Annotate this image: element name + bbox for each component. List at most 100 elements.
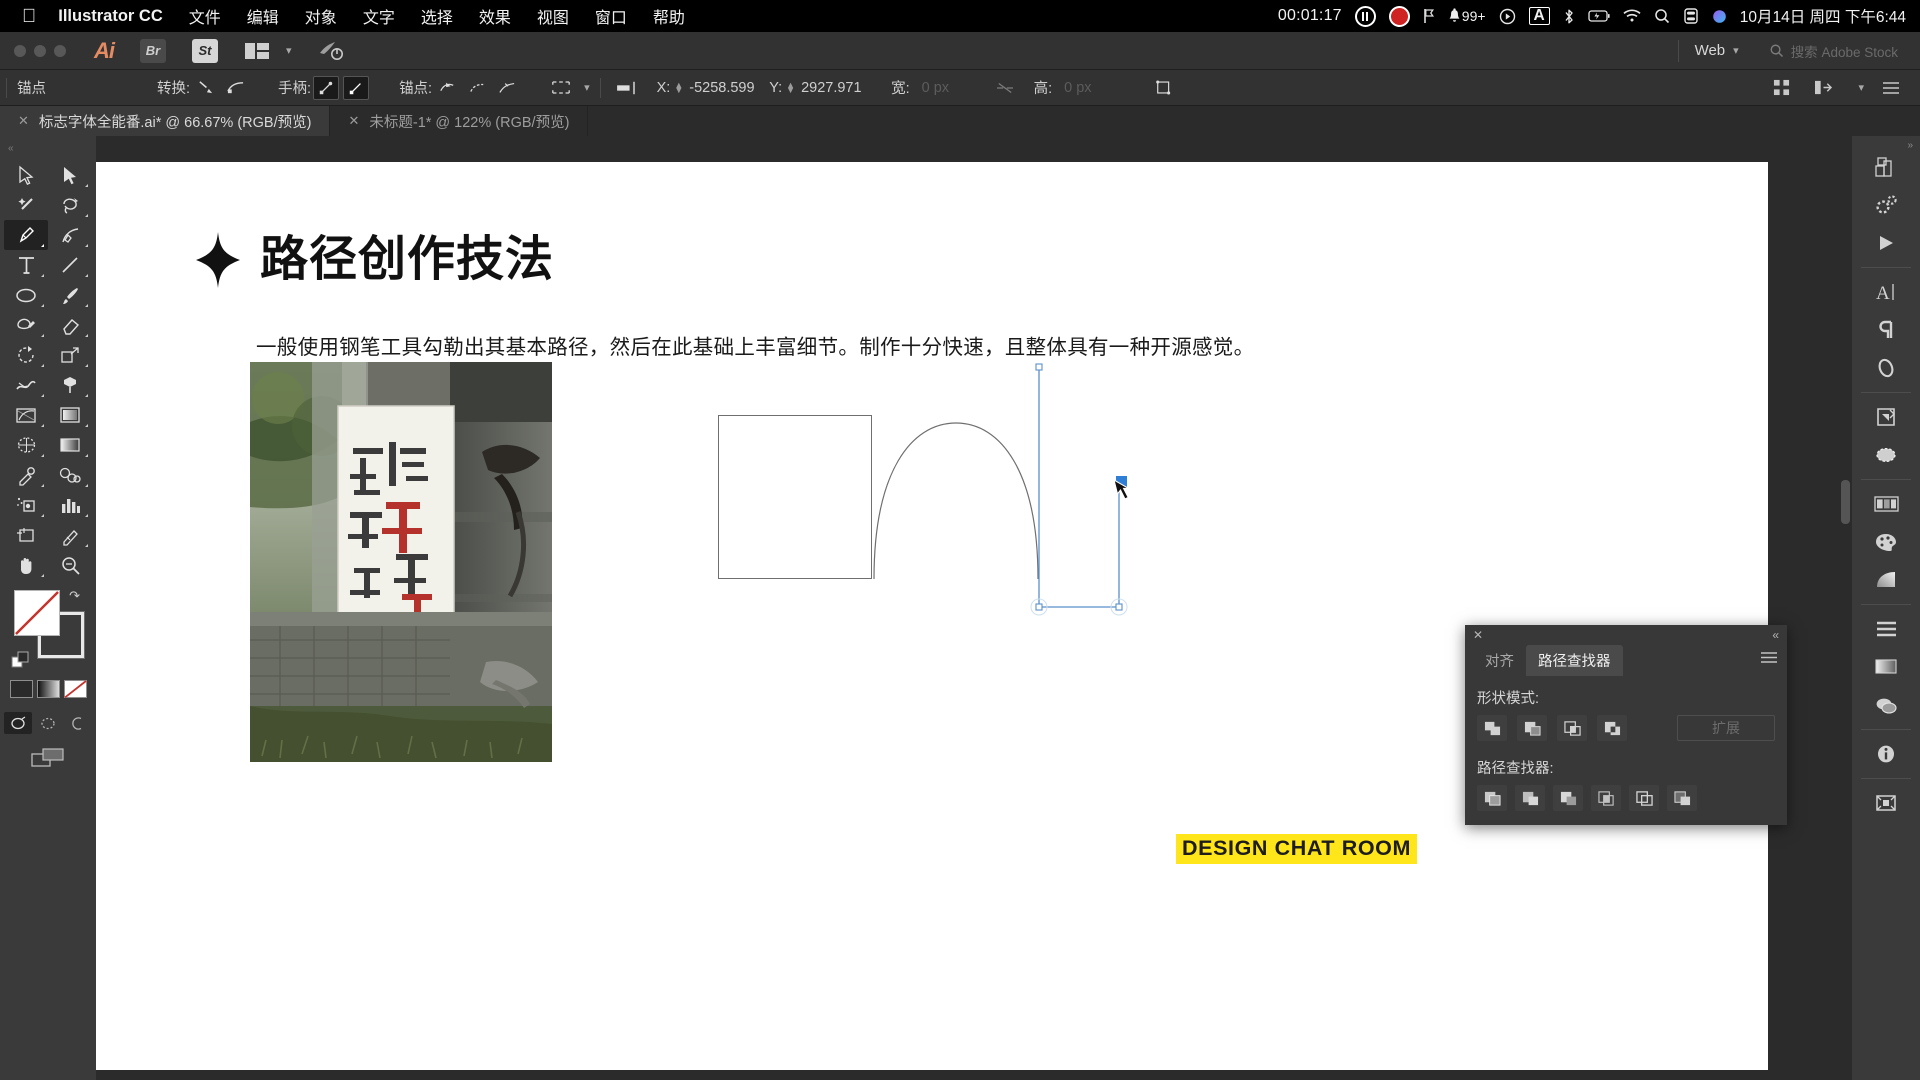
mesh-tool-icon[interactable] [4, 430, 48, 460]
cut-path-icon[interactable] [494, 76, 520, 100]
color-panel-icon[interactable] [1863, 523, 1909, 561]
selection-tool-icon[interactable] [4, 160, 48, 190]
draw-inside-icon[interactable] [64, 712, 92, 734]
actions-panel-icon[interactable] [1863, 224, 1909, 262]
connect-anchor-icon[interactable] [464, 76, 490, 100]
constrain-proportions-icon[interactable] [992, 76, 1018, 100]
document-tab-active[interactable]: ✕ 标志字体全能番.ai* @ 66.67% (RGB/预览) [0, 106, 331, 136]
panel-expand-icon[interactable]: » [1907, 140, 1913, 151]
properties-panel-icon[interactable] [1863, 186, 1909, 224]
hide-handles-icon[interactable] [343, 75, 370, 100]
symbol-sprayer-tool-icon[interactable] [4, 490, 48, 520]
eyedropper-tool-icon[interactable] [4, 460, 48, 490]
eraser-tool-icon[interactable] [48, 310, 92, 340]
exclude-icon[interactable] [1597, 715, 1627, 741]
menu-help[interactable]: 帮助 [653, 4, 685, 28]
slice-tool-icon[interactable] [48, 520, 92, 550]
ellipse-tool-icon[interactable] [4, 280, 48, 310]
play-circle-icon[interactable] [1499, 8, 1516, 25]
height-field[interactable]: 高: 0 px [1034, 77, 1131, 98]
pathfinder-panel-icon[interactable] [1863, 436, 1909, 474]
input-source-icon[interactable]: A [1528, 7, 1550, 25]
color-mode-icon[interactable] [9, 680, 33, 698]
zoom-tool-icon[interactable] [48, 550, 92, 580]
convert-to-smooth-icon[interactable] [222, 76, 248, 100]
isolate-selected-icon[interactable] [548, 76, 574, 100]
unite-icon[interactable] [1477, 715, 1507, 741]
artboard-tool-icon[interactable] [4, 520, 48, 550]
grid-view-icon[interactable] [1768, 76, 1794, 100]
change-screen-mode-icon[interactable] [0, 748, 96, 768]
arrange-icon[interactable] [1810, 76, 1836, 100]
swatches-panel-icon[interactable] [1863, 648, 1909, 686]
height-value[interactable]: 0 px [1064, 80, 1130, 96]
merge-icon[interactable] [1553, 785, 1583, 811]
canvas-vertical-scrollbar[interactable] [1841, 480, 1850, 524]
remove-anchor-icon[interactable] [434, 76, 460, 100]
tab-pathfinder[interactable]: 路径查找器 [1526, 644, 1623, 676]
close-window-button[interactable] [14, 44, 26, 57]
shaper-tool-icon[interactable] [4, 310, 48, 340]
panel-menu-icon[interactable] [1878, 76, 1904, 100]
menu-edit[interactable]: 编辑 [247, 4, 279, 28]
close-icon[interactable]: ✕ [348, 113, 359, 129]
wifi-icon[interactable] [1623, 9, 1641, 23]
info-panel-icon[interactable] [1863, 735, 1909, 773]
y-value[interactable]: 2927.971 [801, 80, 867, 96]
pen-tool-icon[interactable] [4, 220, 48, 250]
blend-tool-icon[interactable] [48, 460, 92, 490]
perspective-grid-tool-icon[interactable] [48, 400, 92, 430]
chevron-down-icon[interactable]: ▾ [286, 44, 292, 57]
column-graph-tool-icon[interactable] [48, 490, 92, 520]
character-panel-icon[interactable]: A [1863, 273, 1909, 311]
swap-fill-stroke-icon[interactable]: ↷ [69, 588, 80, 604]
pathfinder-panel[interactable]: ✕ « 对齐 路径查找器 形状模式: 扩展 路径查找器: [1465, 625, 1787, 825]
spotlight-search-icon[interactable] [1654, 8, 1670, 24]
panel-menu-icon[interactable] [1761, 652, 1777, 664]
menu-object[interactable]: 对象 [305, 4, 337, 28]
arrange-documents-button[interactable]: ▾ [244, 41, 292, 61]
align-panel-icon[interactable] [1863, 610, 1909, 648]
minus-back-icon[interactable] [1667, 785, 1697, 811]
menu-view[interactable]: 视图 [537, 4, 569, 28]
shape-builder-tool-icon[interactable] [4, 400, 48, 430]
zoom-window-button[interactable] [54, 44, 66, 57]
gradient-mode-icon[interactable] [36, 680, 60, 698]
width-value[interactable]: 0 px [922, 80, 988, 96]
active-app-name[interactable]: Illustrator CC [58, 7, 163, 26]
transform-icon[interactable] [1152, 76, 1178, 100]
canvas-area[interactable]: 路径创作技法 一般使用钢笔工具勾勒出其基本路径，然后在此基础上丰富细节。制作十分… [96, 136, 1852, 1080]
intersect-icon[interactable] [1557, 715, 1587, 741]
curvature-tool-icon[interactable] [48, 220, 92, 250]
artboard[interactable]: 路径创作技法 一般使用钢笔工具勾勒出其基本路径，然后在此基础上丰富细节。制作十分… [96, 162, 1768, 1070]
close-icon[interactable]: ✕ [18, 113, 29, 129]
default-fill-stroke-icon[interactable] [11, 651, 30, 668]
paintbrush-tool-icon[interactable] [48, 280, 92, 310]
paragraph-panel-icon[interactable] [1863, 311, 1909, 349]
siri-icon[interactable] [1712, 9, 1727, 24]
asset-export-panel-icon[interactable] [1863, 784, 1909, 822]
menu-type[interactable]: 文字 [363, 4, 395, 28]
divide-icon[interactable] [1477, 785, 1507, 811]
scale-tool-icon[interactable] [48, 340, 92, 370]
minus-front-icon[interactable] [1517, 715, 1547, 741]
document-tab-2[interactable]: ✕ 未标题-1* @ 122% (RGB/预览) [330, 106, 589, 136]
minimize-window-button[interactable] [34, 44, 46, 57]
flag-icon[interactable] [1423, 8, 1435, 24]
lasso-tool-icon[interactable] [48, 190, 92, 220]
arc-path[interactable] [871, 417, 1041, 582]
battery-icon[interactable] [1588, 9, 1610, 23]
close-icon[interactable]: ✕ [1473, 628, 1483, 642]
line-segment-tool-icon[interactable] [48, 250, 92, 280]
menu-window[interactable]: 窗口 [595, 4, 627, 28]
none-mode-icon[interactable] [63, 680, 87, 699]
bridge-button[interactable]: Br [140, 38, 166, 63]
gradient-panel-icon[interactable] [1863, 561, 1909, 599]
align-objects-icon[interactable] [613, 76, 639, 100]
type-tool-icon[interactable] [4, 250, 48, 280]
u-shaped-open-path[interactable] [1030, 362, 1236, 632]
hand-tool-icon[interactable] [4, 550, 48, 580]
show-handles-icon[interactable] [313, 75, 340, 100]
control-center-icon[interactable] [1683, 8, 1699, 24]
stock-button[interactable]: St [192, 38, 218, 63]
